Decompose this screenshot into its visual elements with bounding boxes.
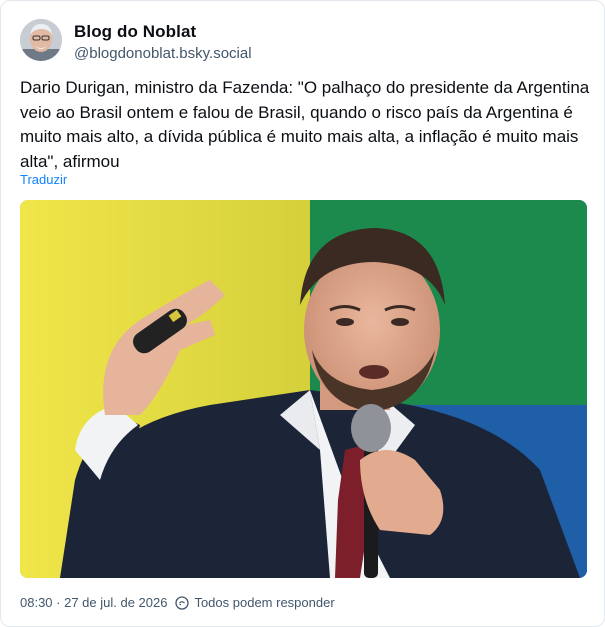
author-handle[interactable]: @blogdonoblat.bsky.social xyxy=(74,45,252,62)
translate-link[interactable]: Traduzir xyxy=(20,172,67,187)
post-image[interactable] xyxy=(20,200,587,578)
author-avatar[interactable] xyxy=(20,19,62,61)
globe-chat-icon xyxy=(175,595,190,610)
avatar-photo-icon xyxy=(20,19,62,61)
reply-settings[interactable]: Todos podem responder xyxy=(175,595,335,610)
reply-settings-label: Todos podem responder xyxy=(194,595,335,610)
author-display-name[interactable]: Blog do Noblat xyxy=(74,22,196,42)
post-card[interactable]: Blog do Noblat @blogdonoblat.bsky.social… xyxy=(0,0,605,627)
photo-man-with-microphone-icon xyxy=(20,200,587,578)
post-text: Dario Durigan, ministro da Fazenda: "O p… xyxy=(20,78,590,171)
post-timestamp[interactable]: 08:30 · 27 de jul. de 2026 xyxy=(20,595,167,610)
post-footer: 08:30 · 27 de jul. de 2026 Todos podem r… xyxy=(20,595,335,610)
